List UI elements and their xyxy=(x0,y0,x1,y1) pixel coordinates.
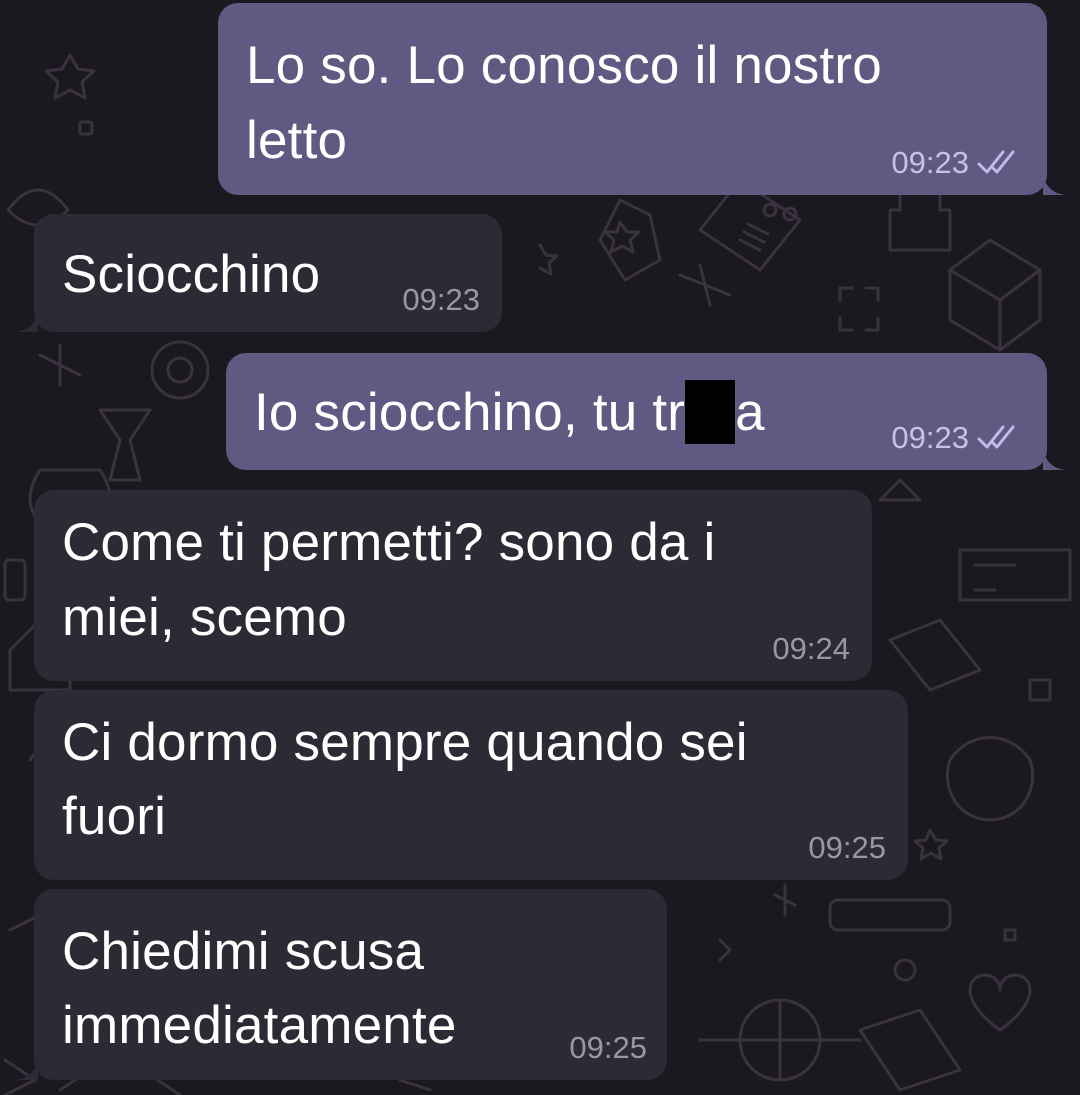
message-time: 09:24 xyxy=(772,631,850,666)
message-text-line: Lo so. Lo conosco il nostro xyxy=(246,36,882,95)
redaction-box xyxy=(685,380,736,444)
message-text-line: fuori xyxy=(62,787,167,846)
message-meta: 09:24 xyxy=(772,631,850,667)
message-text-part: Io sciocchino, tu tr xyxy=(254,383,686,442)
message-text-line: letto xyxy=(246,111,348,170)
message-time: 09:25 xyxy=(569,1030,647,1065)
message-time: 09:23 xyxy=(891,420,969,455)
message-text-line: Chiedimi scusa xyxy=(62,922,425,981)
message-meta: 09:23 xyxy=(891,420,1025,456)
message-meta: 09:23 xyxy=(402,282,480,318)
bubble-tail xyxy=(16,1058,38,1080)
incoming-message-bubble[interactable]: Sciocchino 09:23 xyxy=(16,214,502,332)
message-time: 09:25 xyxy=(808,830,886,865)
message-text-part: a xyxy=(735,383,765,442)
message-text: Io sciocchino, tu tr a xyxy=(254,380,765,445)
message-text-line: Sciocchino xyxy=(62,245,321,304)
bubble-tail xyxy=(1043,173,1065,195)
bubble-tail xyxy=(1043,448,1065,470)
message-meta: 09:23 xyxy=(891,145,1025,181)
message-text-line: Come ti permetti? sono da i xyxy=(62,513,716,572)
incoming-message-bubble[interactable]: Chiedimi scusa immediatamente 09:25 xyxy=(16,889,667,1080)
read-double-check-icon xyxy=(977,425,1015,449)
message-time: 09:23 xyxy=(891,145,969,180)
message-meta: 09:25 xyxy=(808,830,886,866)
outgoing-message-bubble[interactable]: Lo so. Lo conosco il nostro letto 09:23 xyxy=(218,3,1065,195)
bubble-tail xyxy=(16,310,38,332)
read-double-check-icon xyxy=(977,150,1015,174)
message-text-line: Ci dormo sempre quando sei xyxy=(62,713,748,772)
message-meta: 09:25 xyxy=(569,1030,647,1066)
outgoing-message-bubble[interactable]: Io sciocchino, tu tr a 09:23 xyxy=(226,353,1065,470)
message-text-line: miei, scemo xyxy=(62,588,347,647)
message-time: 09:23 xyxy=(402,282,480,317)
incoming-message-bubble[interactable]: Ci dormo sempre quando sei fuori 09:25 xyxy=(34,690,908,880)
incoming-message-bubble[interactable]: Come ti permetti? sono da i miei, scemo … xyxy=(34,490,872,681)
message-text-line: immediatamente xyxy=(62,996,457,1055)
